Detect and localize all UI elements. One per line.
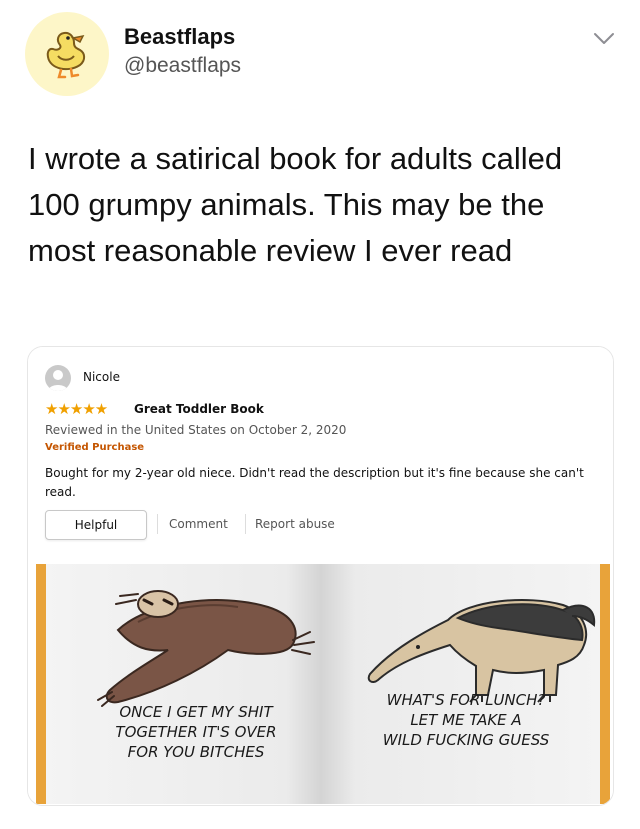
- report-abuse-link: Report abuse: [255, 517, 335, 531]
- tweet-image[interactable]: Nicole ★★★★★ Great Toddler Book Reviewed…: [27, 346, 614, 806]
- duck-icon: [46, 31, 86, 79]
- review-date: Reviewed in the United States on October…: [45, 423, 347, 437]
- helpful-button: Helpful: [45, 510, 147, 540]
- chevron-down-icon[interactable]: [592, 28, 616, 48]
- avatar[interactable]: [25, 12, 109, 96]
- caption-line: WILD FUCKING GUESS: [382, 731, 550, 749]
- reviewer-avatar: [45, 365, 71, 391]
- left-caption: ONCE I GET MY SHIT TOGETHER IT'S OVER FO…: [76, 702, 316, 762]
- caption-line: TOGETHER IT'S OVER: [115, 723, 277, 741]
- review-body: Bought for my 2-year old niece. Didn't r…: [45, 466, 584, 499]
- comment-link: Comment: [169, 517, 228, 531]
- reviewer-name: Nicole: [83, 370, 120, 384]
- review-screenshot: Nicole ★★★★★ Great Toddler Book Reviewed…: [28, 347, 613, 562]
- sloth-illustration: [97, 590, 315, 707]
- verified-badge: Verified Purchase: [45, 442, 145, 453]
- book-spread-image: ONCE I GET MY SHIT TOGETHER IT'S OVER FO…: [28, 562, 613, 805]
- caption-line: FOR YOU BITCHES: [127, 743, 265, 761]
- caption-line: LET ME TAKE A: [410, 711, 522, 729]
- right-caption: WHAT'S FOR LUNCH? LET ME TAKE A WILD FUC…: [346, 690, 586, 750]
- tweet-text: I wrote a satirical book for adults call…: [28, 141, 563, 268]
- display-name[interactable]: Beastflaps: [124, 24, 235, 50]
- user-handle[interactable]: @beastflaps: [124, 54, 241, 78]
- divider: [245, 514, 246, 534]
- review-title: Great Toddler Book: [134, 402, 264, 416]
- caption-line: ONCE I GET MY SHIT: [119, 703, 273, 721]
- divider: [157, 514, 158, 534]
- person-icon: [48, 370, 68, 391]
- caption-line: WHAT'S FOR LUNCH?: [386, 691, 546, 709]
- star-rating: ★★★★★: [45, 400, 108, 418]
